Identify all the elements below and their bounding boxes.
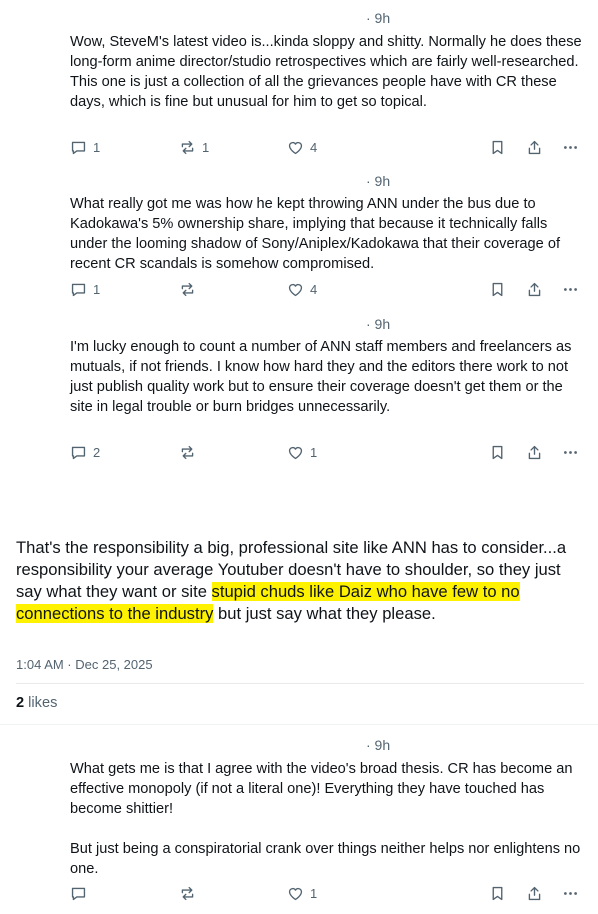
post-text-line xyxy=(70,819,586,839)
reply-count: 1 xyxy=(93,281,101,297)
post-body: What gets me is that I agree with the vi… xyxy=(70,759,586,879)
like-count: 1 xyxy=(310,885,318,901)
more-button[interactable] xyxy=(560,442,580,462)
like-button[interactable]: 1 xyxy=(287,883,317,903)
more-button[interactable] xyxy=(560,883,580,903)
bookmark-icon xyxy=(492,445,502,459)
more-icon xyxy=(563,891,577,895)
bookmark-icon xyxy=(492,886,502,900)
bookmark-icon xyxy=(492,140,502,154)
post-text-line: What really got me was how he kept throw… xyxy=(70,196,561,272)
like-icon xyxy=(288,446,303,459)
share-button[interactable] xyxy=(524,442,544,462)
post-actions: 1 1 4 xyxy=(0,137,598,157)
likes-count: 2 xyxy=(16,695,25,711)
post-text-line: I'm lucky enough to count a number of AN… xyxy=(70,339,572,415)
reply-button[interactable]: 1 xyxy=(70,137,100,157)
post-text-line: But just being a conspiratorial crank ov… xyxy=(70,841,581,877)
post-text-line: This one is just a collection of all the… xyxy=(70,74,557,110)
divider xyxy=(16,683,584,684)
like-icon xyxy=(288,887,303,900)
like-icon xyxy=(288,283,303,296)
repost-button[interactable] xyxy=(179,279,202,299)
post-time[interactable]: · 9h xyxy=(366,10,390,26)
reply-button[interactable]: 2 xyxy=(70,442,100,462)
like-count: 1 xyxy=(310,444,318,460)
repost-icon xyxy=(181,282,194,296)
share-button[interactable] xyxy=(524,137,544,157)
share-button[interactable] xyxy=(524,883,544,903)
likes-label: likes xyxy=(24,695,58,711)
reply-icon xyxy=(71,141,86,154)
share-icon xyxy=(528,140,540,154)
repost-icon xyxy=(181,886,194,900)
repost-button[interactable] xyxy=(179,883,202,903)
post-time[interactable]: · 9h xyxy=(366,737,390,753)
share-icon xyxy=(528,445,540,459)
post-actions: 1 4 xyxy=(0,279,598,299)
bookmark-icon xyxy=(492,282,502,296)
post-actions: 1 xyxy=(0,883,598,903)
more-button[interactable] xyxy=(560,137,580,157)
repost-count: 1 xyxy=(202,139,210,155)
repost-icon xyxy=(181,445,194,459)
more-icon xyxy=(563,145,577,149)
reply-icon xyxy=(71,887,86,900)
bookmark-button[interactable] xyxy=(487,137,507,157)
reply-button[interactable] xyxy=(70,883,93,903)
like-button[interactable]: 4 xyxy=(287,279,317,299)
post-body: Wow, SteveM's latest video is...kinda sl… xyxy=(70,32,586,112)
like-button[interactable]: 1 xyxy=(287,442,317,462)
like-count: 4 xyxy=(310,139,318,155)
more-icon xyxy=(563,287,577,291)
reply-button[interactable]: 1 xyxy=(70,279,100,299)
more-button[interactable] xyxy=(560,279,580,299)
like-count: 4 xyxy=(310,281,318,297)
reply-icon xyxy=(71,283,86,296)
reply-icon xyxy=(71,446,86,459)
post-body: I'm lucky enough to count a number of AN… xyxy=(70,337,586,417)
repost-button[interactable]: 1 xyxy=(179,137,209,157)
post-time[interactable]: · 9h xyxy=(366,316,390,332)
share-icon xyxy=(528,282,540,296)
post-text-line: What gets me is that I agree with the vi… xyxy=(70,761,573,817)
share-button[interactable] xyxy=(524,279,544,299)
bookmark-button[interactable] xyxy=(487,442,507,462)
bookmark-button[interactable] xyxy=(487,279,507,299)
like-button[interactable]: 4 xyxy=(287,137,317,157)
bookmark-button[interactable] xyxy=(487,883,507,903)
repost-button[interactable] xyxy=(179,442,202,462)
post-time[interactable]: · 9h xyxy=(366,173,390,189)
post-timestamp[interactable]: 1:04 AM · Dec 25, 2025 xyxy=(16,657,153,672)
post-actions: 2 1 xyxy=(0,442,598,462)
repost-icon xyxy=(181,140,194,154)
like-icon xyxy=(288,141,303,154)
main-post-text: That's the responsibility a big, profess… xyxy=(16,537,586,625)
post-text-line: Wow, SteveM's latest video is...kinda sl… xyxy=(70,34,582,70)
main-post-text-after: but just say what they please. xyxy=(213,604,436,623)
likes-summary[interactable]: 2 likes xyxy=(16,695,57,711)
reply-count: 2 xyxy=(93,444,101,460)
more-icon xyxy=(563,450,577,454)
reply-count: 1 xyxy=(93,139,101,155)
post-body: What really got me was how he kept throw… xyxy=(70,194,586,274)
share-icon xyxy=(528,886,540,900)
divider xyxy=(0,724,598,725)
